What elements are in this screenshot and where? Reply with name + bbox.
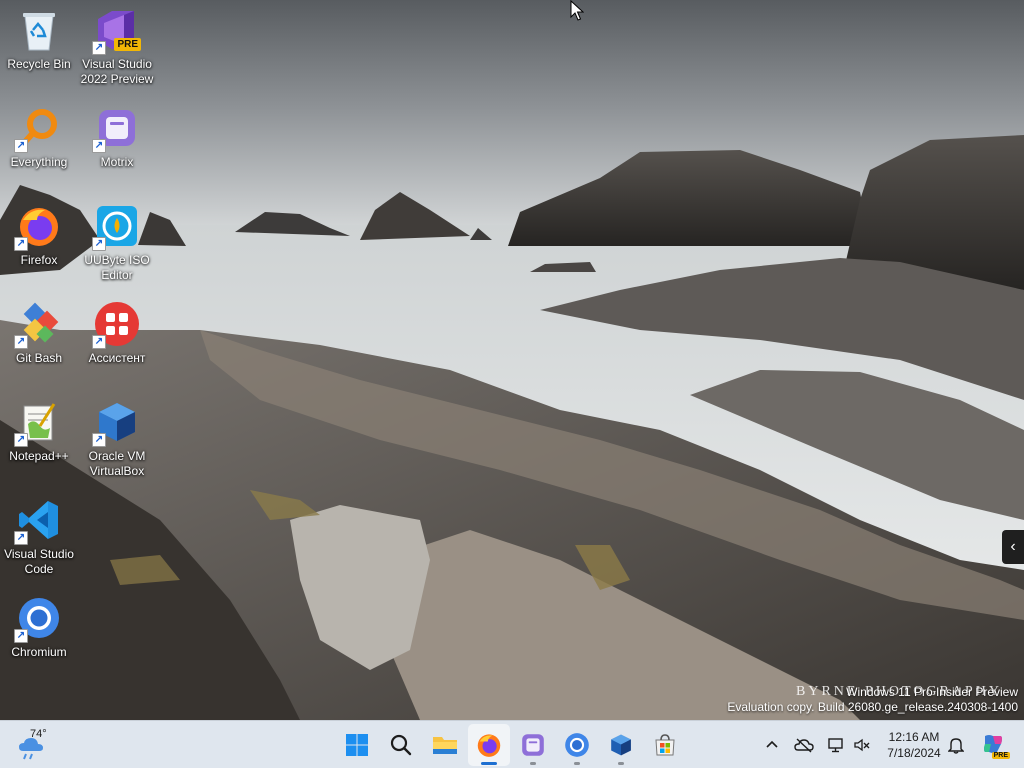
volume-muted-icon <box>854 738 870 752</box>
network-button[interactable] <box>826 735 846 755</box>
desktop-icon-assistant[interactable]: ↗ Ассистент <box>78 294 156 386</box>
desktop-icon-label: Firefox <box>20 253 58 267</box>
chromium-icon: ↗ <box>14 594 63 643</box>
taskbar-file-explorer[interactable] <box>424 724 466 766</box>
motrix-icon: ↗ <box>92 104 141 153</box>
onedrive-offline-icon <box>794 738 814 753</box>
taskbar-motrix[interactable] <box>512 724 554 766</box>
shortcut-arrow-icon: ↗ <box>14 629 28 643</box>
desktop-icon-label: Chromium <box>11 645 67 659</box>
taskbar-chromium[interactable] <box>556 724 598 766</box>
assistant-icon: ↗ <box>92 300 141 349</box>
notepad-plus-plus-icon: ↗ <box>14 398 63 447</box>
desktop-icon-label: Everything <box>10 155 68 169</box>
clock-date: 7/18/2024 <box>887 746 941 760</box>
watermark-edition: Windows 11 Pro Insider Preview <box>846 685 1018 699</box>
shortcut-arrow-icon: ↗ <box>92 433 106 447</box>
windows-start-icon <box>346 734 368 756</box>
shortcut-arrow-icon: ↗ <box>92 139 106 153</box>
file-explorer-icon <box>433 737 457 754</box>
notifications-bell-icon <box>948 738 964 754</box>
shortcut-arrow-icon: ↗ <box>14 139 28 153</box>
shortcut-arrow-icon: ↗ <box>92 335 106 349</box>
uubyte-iso-editor-icon: ↗ <box>92 202 141 251</box>
chromium-icon <box>565 733 589 757</box>
mouse-pointer-icon <box>570 0 585 27</box>
volume-button[interactable] <box>852 735 872 755</box>
desktop-icon-motrix[interactable]: ↗ Motrix <box>78 98 156 190</box>
clock-time: 12:16 AM <box>888 730 940 744</box>
running-indicator <box>481 762 497 765</box>
taskbar-microsoft-store[interactable] <box>644 724 686 766</box>
virtualbox-icon <box>611 734 631 756</box>
chevron-left-icon: ‹ <box>1010 538 1016 555</box>
everything-search-icon: ↗ <box>14 104 63 153</box>
recycle-bin-icon <box>15 6 63 54</box>
taskbar-firefox[interactable] <box>468 724 510 766</box>
onedrive-status-button[interactable] <box>794 735 814 755</box>
taskbar: 74° 12:16 AM 7/18/2024 PRE <box>0 720 1024 768</box>
chevron-up-icon <box>766 740 778 748</box>
firefox-icon: ↗ <box>14 202 63 251</box>
microsoft-store-icon <box>655 734 675 756</box>
desktop-icon-oracle-vm-virtualbox[interactable]: ↗ Oracle VM VirtualBox <box>78 392 156 484</box>
notification-center-button[interactable] <box>946 735 966 755</box>
motrix-icon <box>522 734 544 756</box>
desktop-icon-uubyte-iso-editor[interactable]: ↗ UUByte ISO Editor <box>78 196 156 288</box>
git-bash-icon: ↗ <box>14 300 63 349</box>
taskbar-search-button[interactable] <box>380 724 422 766</box>
windows-build-watermark: Windows 11 Pro Insider Preview Evaluatio… <box>727 685 1018 715</box>
show-hidden-icons-button[interactable] <box>762 735 782 755</box>
desktop-icon-visual-studio-2022-preview[interactable]: PRE ↗ Visual Studio 2022 Preview <box>78 0 156 92</box>
search-icon <box>390 734 412 756</box>
visual-studio-icon: PRE ↗ <box>92 6 141 55</box>
shortcut-arrow-icon: ↗ <box>14 433 28 447</box>
network-icon <box>828 738 843 753</box>
running-indicator <box>530 762 536 765</box>
shortcut-arrow-icon: ↗ <box>14 237 28 251</box>
running-indicator <box>574 762 580 765</box>
desktop-icon-label: Visual Studio 2022 Preview <box>80 57 154 86</box>
start-button[interactable] <box>336 724 378 766</box>
copilot-button[interactable]: PRE <box>980 731 1010 759</box>
desktop-icon-label: Oracle VM VirtualBox <box>88 449 146 478</box>
preview-badge: PRE <box>114 38 141 51</box>
vscode-icon: ↗ <box>14 496 63 545</box>
shortcut-arrow-icon: ↗ <box>92 41 106 55</box>
desktop-icon-label: UUByte ISO Editor <box>84 253 150 282</box>
desktop-icon-label: Motrix <box>100 155 134 169</box>
shortcut-arrow-icon: ↗ <box>14 531 28 545</box>
desktop-icon-firefox[interactable]: ↗ Firefox <box>0 196 78 288</box>
weather-widget[interactable]: 74° <box>14 727 64 763</box>
taskbar-clock[interactable]: 12:16 AM 7/18/2024 <box>880 729 948 761</box>
desktop-icon-visual-studio-code[interactable]: ↗ Visual Studio Code <box>0 490 78 582</box>
desktop-icon-label: Notepad++ <box>9 449 69 463</box>
desktop-icon-label: Recycle Bin <box>7 57 71 71</box>
taskbar-virtualbox[interactable] <box>600 724 642 766</box>
weather-temperature: 74° <box>30 728 47 740</box>
desktop-icon-notepad-plus-plus[interactable]: ↗ Notepad++ <box>0 392 78 484</box>
shortcut-arrow-icon: ↗ <box>92 237 106 251</box>
desktop-icon-everything[interactable]: ↗ Everything <box>0 98 78 190</box>
desktop-icon-chromium[interactable]: ↗ Chromium <box>0 588 78 680</box>
desktop-icon-label: Ассистент <box>88 351 146 365</box>
desktop-icon-git-bash[interactable]: ↗ Git Bash <box>0 294 78 386</box>
desktop-icon-recycle-bin[interactable]: Recycle Bin <box>0 0 78 92</box>
taskbar-apps <box>336 724 686 766</box>
desktop-icon-label: Visual Studio Code <box>4 547 74 576</box>
running-indicator <box>618 762 624 765</box>
watermark-build: Evaluation copy. Build 26080.ge_release.… <box>727 700 1018 714</box>
copilot-preview-badge: PRE <box>991 752 1010 759</box>
virtualbox-icon: ↗ <box>92 398 141 447</box>
side-panel-expand-button[interactable]: ‹ <box>1002 530 1024 564</box>
firefox-icon <box>477 734 501 757</box>
desktop-icon-label: Git Bash <box>15 351 63 365</box>
shortcut-arrow-icon: ↗ <box>14 335 28 349</box>
